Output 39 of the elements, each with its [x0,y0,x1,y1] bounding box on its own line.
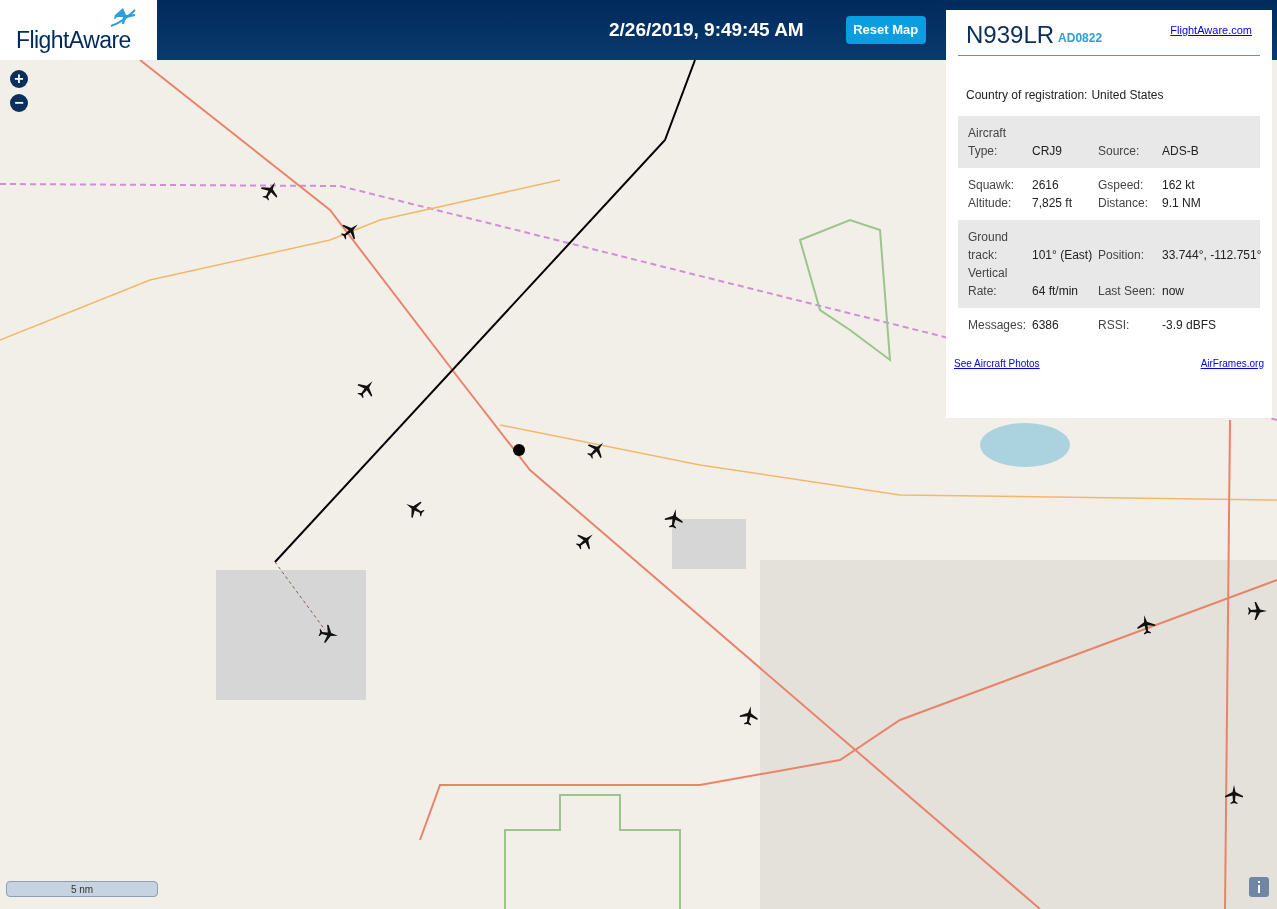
field-label: Last Seen: [1098,282,1157,300]
logo-text: FlightAware [16,29,132,52]
position-dot [513,444,525,456]
flightaware-link[interactable]: FlightAware.com [1170,22,1252,39]
field-value: 101° (East) [1032,246,1094,264]
dashed-track-line [274,561,326,631]
logo[interactable]: FlightAware [0,0,157,60]
field-value: 2616 [1032,176,1060,194]
field-value: now [1162,282,1185,300]
info-icon[interactable] [1249,877,1269,897]
airplane-logo-icon [109,6,137,28]
field-value: 64 ft/min [1032,282,1080,300]
field-value: 6386 [1032,316,1060,334]
field-value: ADS-B [1162,142,1200,160]
field-label: Altitude: [968,194,1013,212]
field-value: 7,825 ft [1032,194,1074,212]
field-value: 33.744°, -112.751° [1162,246,1262,264]
field-value: -3.9 dBFS [1162,316,1218,334]
field-label: Squawk: [968,176,1016,194]
panel-link[interactable]: AirFrames.org [1200,355,1264,371]
field-label: Messages: [968,316,1028,334]
field-label: Source: [1098,142,1141,160]
country-value: United States [1091,86,1164,104]
field-value: CRJ9 [1032,142,1063,160]
field-label: Position: [1098,246,1146,264]
scale-label: 5 nm [70,882,94,897]
field-label: Gspeed: [1098,176,1145,194]
registration: N939LR [966,22,1055,47]
field-label: Vertical Rate: [968,264,1009,300]
country-label: Country of registration: [966,86,1088,104]
field-label: Distance: [1098,194,1150,212]
field-label: Aircraft Type: [968,124,1007,160]
callsign: AD0822 [1058,29,1103,47]
field-value: 162 kt [1162,176,1196,194]
field-label: RSSI: [1098,316,1131,334]
field-label: Ground track: [968,228,1010,264]
panel-link[interactable]: See Aircraft Photos [954,355,1040,371]
field-value: 9.1 NM [1162,194,1202,212]
datetime: 2/26/2019, 9:49:45 AM [609,17,804,42]
